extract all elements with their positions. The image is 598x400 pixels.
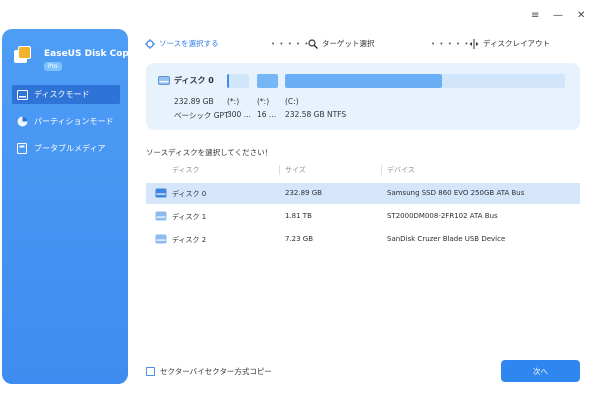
row-disk-name: ディスク 2 (172, 236, 207, 244)
column-header-disk: ディスク (172, 166, 200, 174)
row-disk-device: SanDisk Cruzer Blade USB Device (387, 235, 506, 243)
disk-icon (158, 76, 170, 85)
partition-bar-2 (257, 74, 278, 88)
step-target-label: ターゲット選択 (322, 39, 375, 48)
pro-badge: Pro (44, 62, 62, 71)
disk-icon (155, 211, 167, 221)
table-row[interactable]: ディスク 1 1.81 TB ST2000DM008-2FR102 ATA Bu… (146, 206, 580, 227)
step-source: ソースを選択する (145, 38, 219, 49)
sidebar-nav: ディスクモード パーティションモード ブータブルメディア (12, 85, 120, 166)
step-source-label: ソースを選択する (159, 39, 219, 48)
sidebar-item-partition-mode[interactable]: パーティションモード (12, 112, 120, 131)
row-disk-size: 232.89 GB (285, 189, 322, 197)
disk-icon (155, 188, 167, 198)
step-dots: • • • • • (271, 40, 310, 48)
row-disk-name: ディスク 0 (172, 190, 207, 198)
layout-icon (469, 38, 479, 49)
sidebar-item-label: ブータブルメディア (34, 144, 106, 153)
sidebar-item-label: ディスクモード (34, 90, 90, 99)
partition-label: (*:) (227, 97, 240, 106)
disk-preview-card: ディスク 0 232.89 GB ベーシック GPT (*:) 300 ... … (146, 63, 580, 130)
row-disk-name: ディスク 1 (172, 213, 207, 221)
minimize-icon[interactable]: — (553, 10, 563, 21)
step-target: ターゲット選択 (308, 38, 375, 49)
column-header-device: デバイス (387, 166, 415, 174)
partition-bar-1 (227, 74, 249, 88)
step-layout-label: ディスクレイアウト (483, 39, 550, 48)
target-icon (145, 38, 155, 49)
wizard-steps: ソースを選択する • • • • • ターゲット選択 • • • • • ディス… (145, 38, 585, 52)
sector-copy-checkbox[interactable] (146, 367, 155, 376)
partition-label: (C:) (285, 97, 299, 106)
app-logo-icon (14, 46, 31, 63)
partition-bar-3 (285, 74, 442, 88)
partition-value: 232.58 GB NTFS (285, 110, 347, 119)
table-row[interactable]: ディスク 2 7.23 GB SanDisk Cruzer Blade USB … (146, 229, 580, 250)
row-disk-size: 1.81 TB (285, 212, 312, 220)
bootable-icon (16, 143, 28, 155)
step-layout: ディスクレイアウト (469, 38, 550, 49)
pie-icon (16, 116, 28, 128)
close-icon[interactable]: ✕ (577, 10, 585, 21)
sidebar-item-label: パーティションモード (34, 117, 114, 126)
app-window: ≡ — ✕ EaseUS Disk Copy Pro ディスクモード パーティシ… (0, 0, 598, 400)
column-header-size: サイズ (285, 166, 306, 174)
partition-label: (*:) (257, 97, 270, 106)
select-source-prompt: ソースディスクを選択してください！ (146, 148, 273, 157)
app-name: EaseUS Disk Copy (44, 49, 135, 59)
sidebar-item-disk-mode[interactable]: ディスクモード (12, 85, 120, 104)
disk-icon (155, 234, 167, 244)
preview-disk-size: 232.89 GB (174, 97, 214, 106)
sidebar: EaseUS Disk Copy Pro ディスクモード パーティションモード … (2, 29, 135, 384)
partition-bar-3-free (442, 74, 565, 88)
preview-disk-scheme: ベーシック GPT (174, 111, 229, 120)
row-disk-device: Samsung SSD 860 EVO 250GB ATA Bus (387, 189, 525, 197)
sector-copy-option[interactable]: セクターバイセクター方式コピー (146, 366, 272, 377)
partition-value: 300 ... (227, 110, 251, 119)
row-disk-size: 7.23 GB (285, 235, 314, 243)
disk-table-header: ディスク サイズ デバイス (146, 165, 580, 177)
partition-value: 16 ... (257, 110, 277, 119)
menu-icon[interactable]: ≡ (531, 10, 539, 21)
table-row[interactable]: ディスク 0 232.89 GB Samsung SSD 860 EVO 250… (146, 183, 580, 204)
step-dots: • • • • • (431, 40, 470, 48)
disk-icon (16, 89, 28, 101)
sidebar-item-bootable-media[interactable]: ブータブルメディア (12, 139, 120, 158)
search-target-icon (308, 38, 318, 49)
next-button[interactable]: 次へ (501, 360, 580, 382)
row-disk-device: ST2000DM008-2FR102 ATA Bus (387, 212, 498, 220)
preview-disk-name: ディスク 0 (174, 76, 214, 85)
sector-copy-label: セクターバイセクター方式コピー (160, 367, 272, 376)
